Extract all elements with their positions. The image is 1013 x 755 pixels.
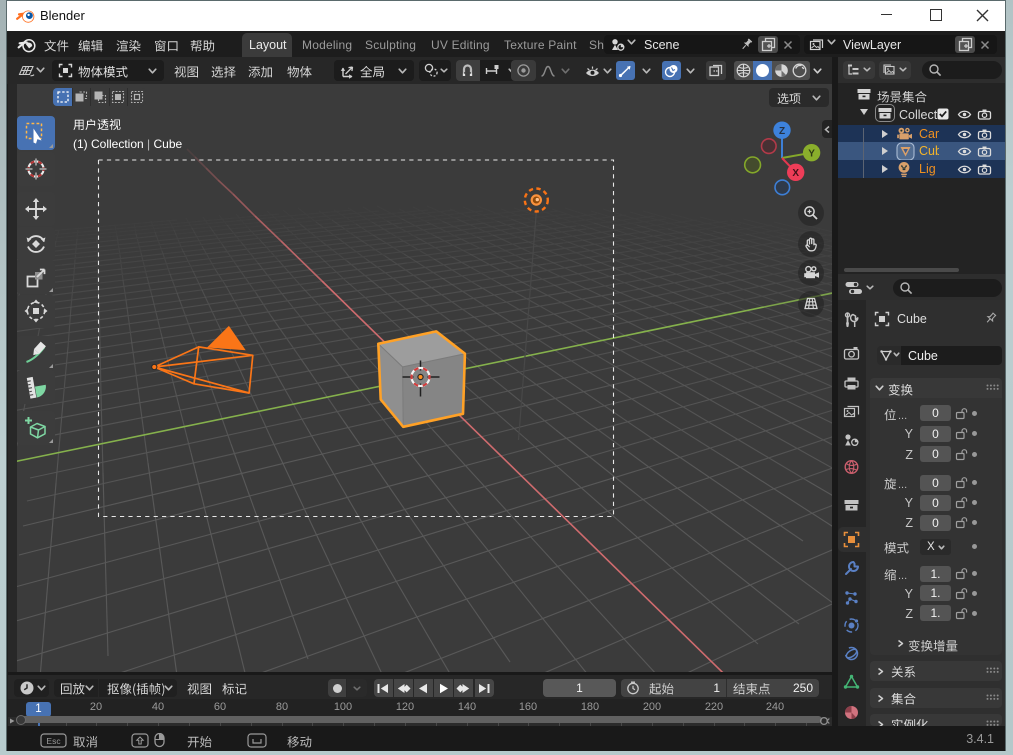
svg-text:Y: Y: [808, 148, 815, 159]
svg-text:Esc: Esc: [46, 736, 61, 746]
svg-text:Z: Z: [779, 126, 785, 137]
svg-text:X: X: [792, 168, 799, 179]
